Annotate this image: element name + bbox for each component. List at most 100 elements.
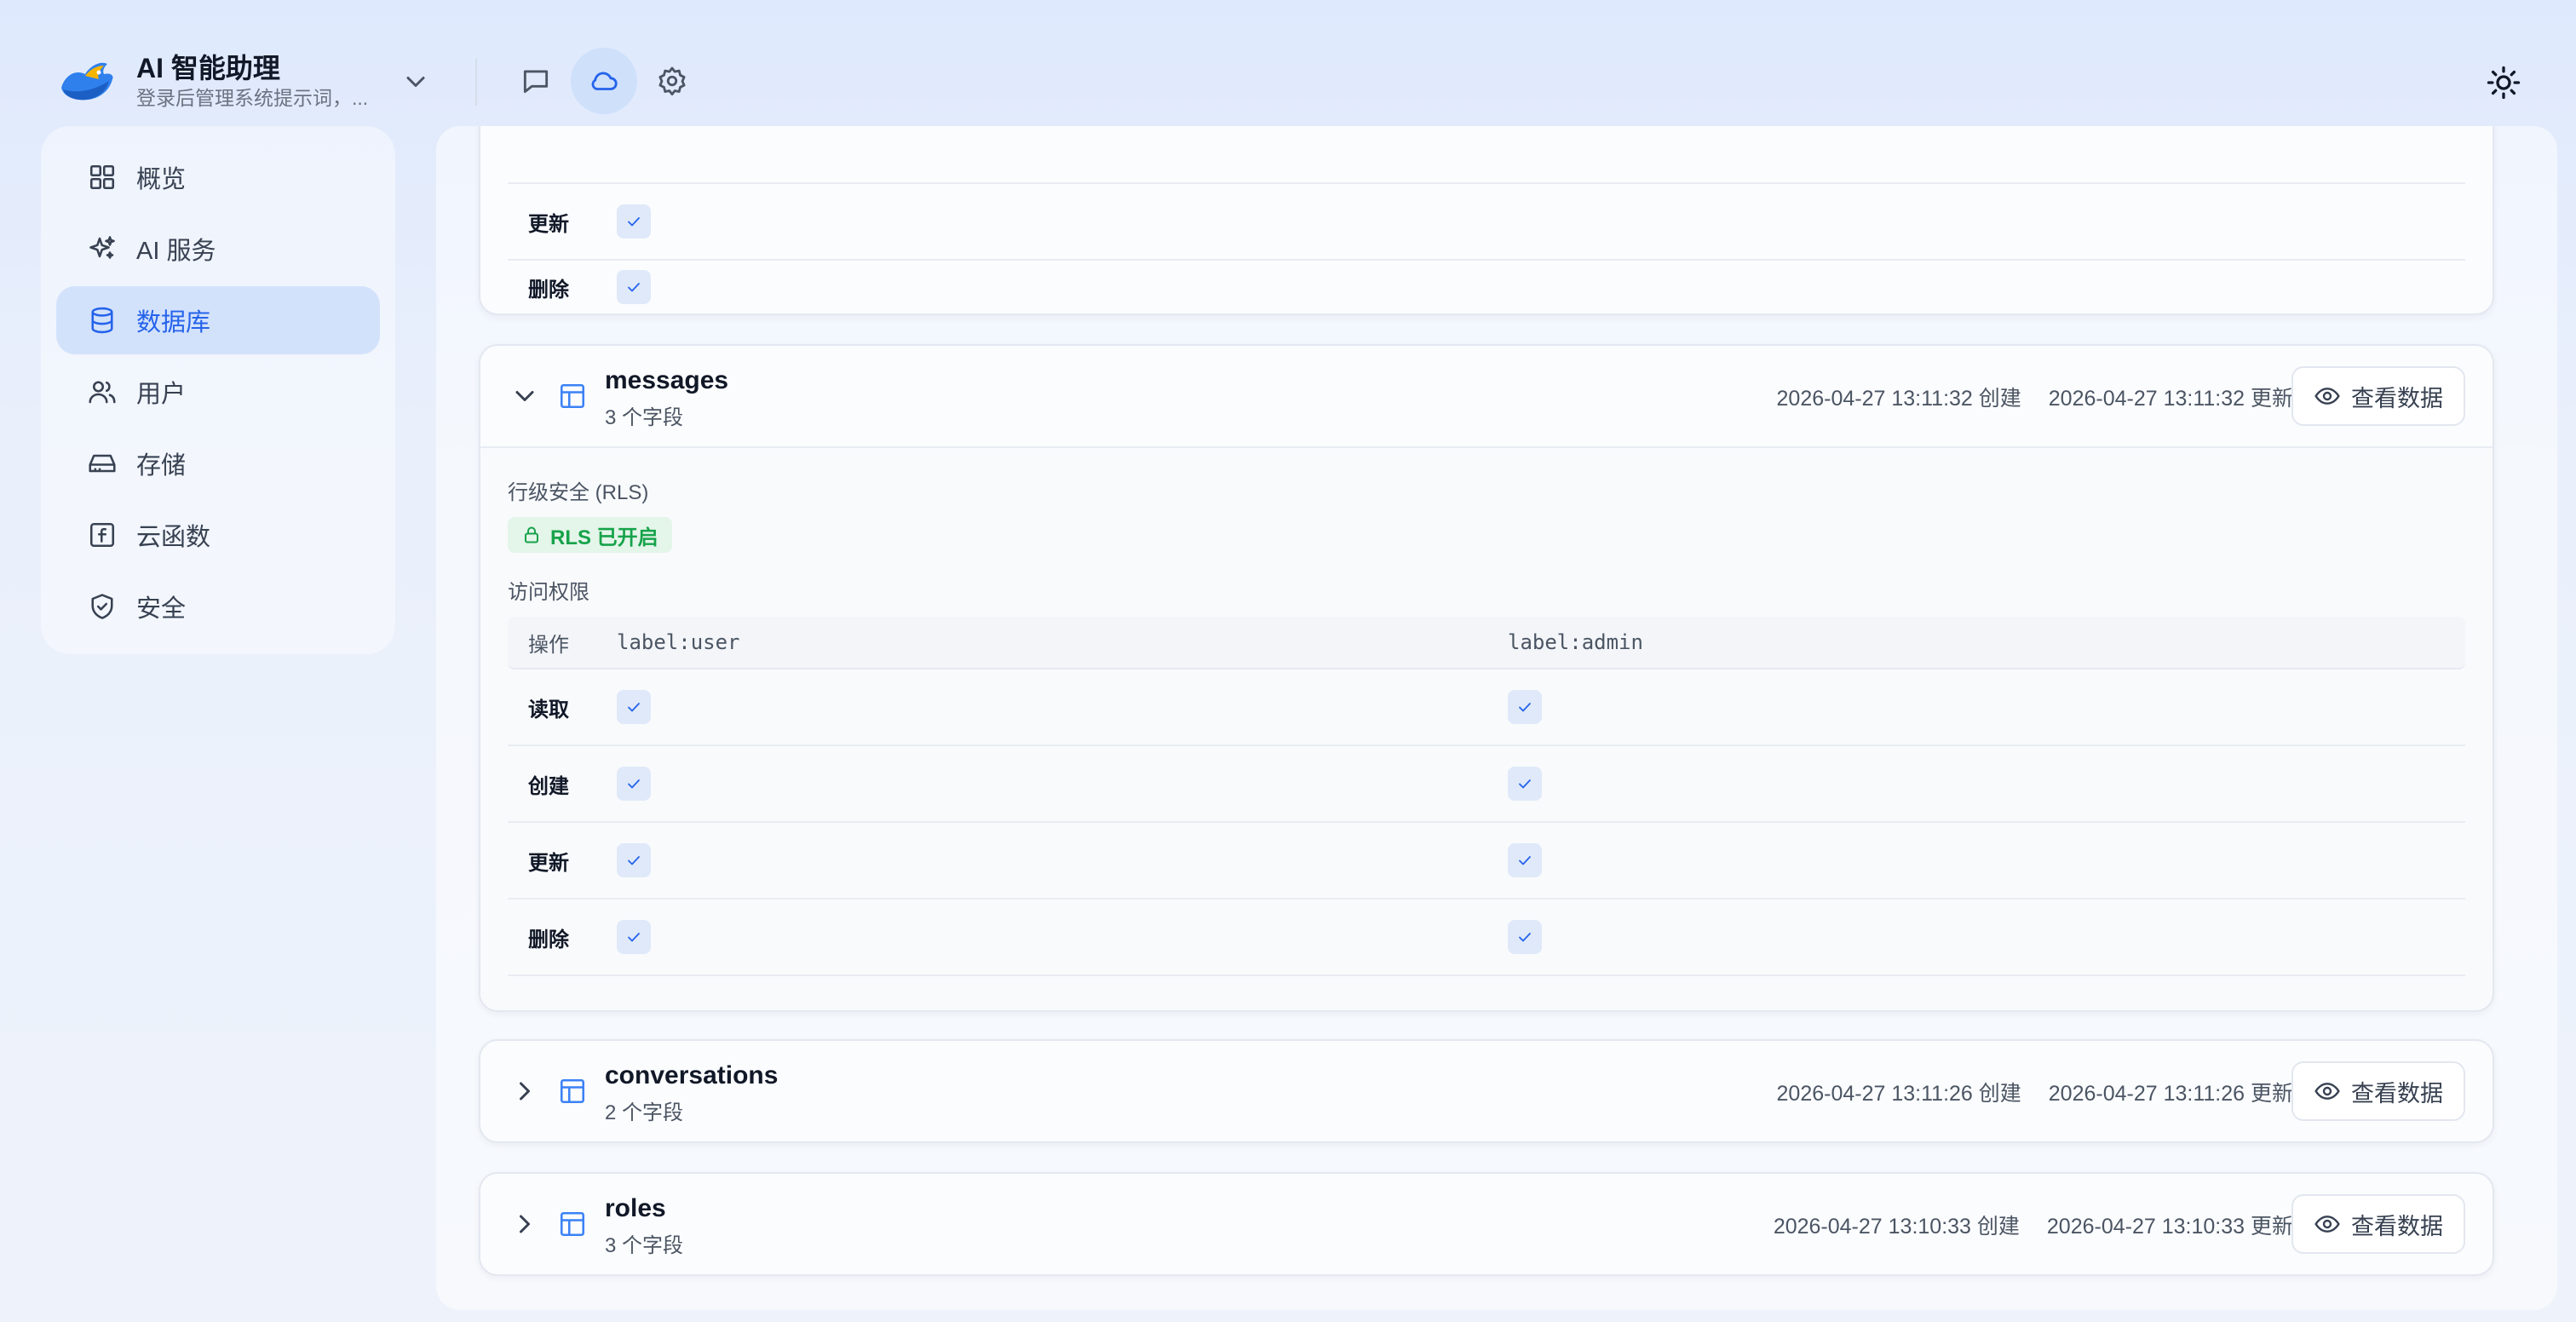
view-data-label: 查看数据 [2351,385,2443,411]
created-at: 2026-04-27 13:11:26 创建 [1776,1082,2021,1106]
app-subtitle: 登录后管理系统提示词，... [136,87,369,109]
checkbox[interactable] [1508,767,1542,801]
checkbox[interactable] [617,204,651,239]
chevron-right-icon[interactable] [509,1076,540,1106]
op-label: 更新 [528,212,569,236]
field-count: 3 个字段 [605,406,684,429]
sidebar-item-users[interactable]: 用户 [56,358,380,426]
table-card-header[interactable]: roles 3 个字段 2026-04-27 13:10:33 创建 2026-0… [480,1174,2493,1274]
chevron-right-icon[interactable] [509,1209,540,1239]
check-icon [624,277,644,297]
checkbox[interactable] [1508,690,1542,724]
table-name: conversations [605,1061,779,1089]
table-timestamps: 2026-04-27 13:11:32 创建 2026-04-27 13:11:3… [1777,382,2293,412]
table-card-header[interactable]: messages 3 个字段 2026-04-27 13:11:32 创建 202… [480,346,2493,446]
table-card-messages: messages 3 个字段 2026-04-27 13:11:32 创建 202… [479,344,2494,1012]
sidebar-item-database[interactable]: 数据库 [56,286,380,354]
chevron-down-icon[interactable] [400,66,431,97]
app-logo [56,50,118,112]
sidebar-item-label: 安全 [136,595,187,623]
check-icon [624,927,644,947]
checkbox[interactable] [1508,920,1542,954]
sidebar-item-ai-service[interactable]: AI 服务 [56,215,380,283]
header-divider [475,58,477,106]
view-data-button[interactable]: 查看数据 [2291,366,2465,426]
chevron-down-icon[interactable] [509,381,540,411]
view-data-button[interactable]: 查看数据 [2291,1194,2465,1254]
sidebar-item-label: 用户 [136,381,187,408]
op-label: 读取 [528,698,569,721]
op-label: 删除 [528,278,569,302]
sidebar: 概览 AI 服务 数据库 用户 存储 云函数 安全 [41,126,395,654]
table-row: 创建 [508,746,2465,823]
eye-icon [2314,382,2351,410]
sidebar-item-label: AI 服务 [136,238,216,265]
op-label: 删除 [528,928,569,951]
check-icon [624,211,644,232]
table-timestamps: 2026-04-27 13:10:33 创建 2026-04-27 13:10:3… [1774,1210,2293,1240]
table-card-partial: 更新 删除 [479,126,2494,315]
table-name: messages [605,366,729,394]
users-icon [87,376,136,407]
sidebar-item-label: 数据库 [136,309,211,336]
table-row: 更新 [508,823,2465,900]
sidebar-item-label: 概览 [136,166,187,193]
sidebar-item-label: 存储 [136,452,187,480]
sidebar-item-storage[interactable]: 存储 [56,429,380,497]
eye-icon [2314,1078,2351,1105]
hard-drive-icon [87,448,136,479]
sidebar-item-security[interactable]: 安全 [56,572,380,641]
checkbox[interactable] [1508,843,1542,877]
database-icon [87,305,136,336]
column-header-admin: label:admin [1508,630,1643,654]
column-header-op: 操作 [528,633,569,657]
cloud-button[interactable] [571,48,637,114]
app-title: AI 智能助理 [136,53,280,83]
table-row: 删除 [508,261,2465,313]
checkbox[interactable] [617,270,651,304]
table-icon [557,1076,588,1106]
check-icon [1515,697,1535,717]
shield-icon [87,591,136,622]
checkbox[interactable] [617,920,651,954]
table-card-roles: roles 3 个字段 2026-04-27 13:10:33 创建 2026-0… [479,1172,2494,1276]
gear-icon [656,65,688,97]
table-details: 行级安全 (RLS) RLS 已开启 访问权限 操作 label:user la… [480,446,2493,1010]
checkbox[interactable] [617,767,651,801]
table-card-header[interactable]: conversations 2 个字段 2026-04-27 13:11:26 … [480,1041,2493,1141]
theme-toggle-button[interactable] [2486,65,2521,101]
view-data-label: 查看数据 [2351,1213,2443,1239]
app-brand[interactable]: AI 智能助理 登录后管理系统提示词，... [56,43,431,119]
sidebar-item-overview[interactable]: 概览 [56,143,380,211]
lock-icon [521,525,550,545]
sidebar-item-functions[interactable]: 云函数 [56,501,380,569]
sun-icon [2486,65,2521,101]
rls-badge-label: RLS 已开启 [550,526,658,549]
check-icon [624,697,644,717]
field-count: 3 个字段 [605,1234,684,1257]
check-icon [1515,773,1535,794]
column-header-user: label:user [617,630,740,654]
cloud-icon [588,65,620,97]
access-section-label: 访问权限 [508,581,589,604]
updated-at: 2026-04-27 13:11:32 更新 [2048,387,2293,411]
chat-icon [520,65,552,97]
table-card-conversations: conversations 2 个字段 2026-04-27 13:11:26 … [479,1039,2494,1143]
updated-at: 2026-04-27 13:11:26 更新 [2048,1082,2293,1106]
permissions-table: 操作 label:user label:admin 读取 创建 更新 删除 [508,617,2465,976]
check-icon [624,773,644,794]
chat-button[interactable] [503,48,569,114]
checkbox[interactable] [617,690,651,724]
table-name: roles [605,1194,666,1222]
settings-button[interactable] [639,48,705,114]
check-icon [624,850,644,871]
checkbox[interactable] [617,843,651,877]
field-count: 2 个字段 [605,1101,684,1124]
table-row: 更新 [508,182,2465,259]
sidebar-item-label: 云函数 [136,524,211,551]
view-data-button[interactable]: 查看数据 [2291,1061,2465,1121]
rls-section-label: 行级安全 (RLS) [508,481,649,504]
table-row: 读取 [508,670,2465,746]
created-at: 2026-04-27 13:11:32 创建 [1776,387,2021,411]
table-header-row: 操作 label:user label:admin [508,617,2465,670]
